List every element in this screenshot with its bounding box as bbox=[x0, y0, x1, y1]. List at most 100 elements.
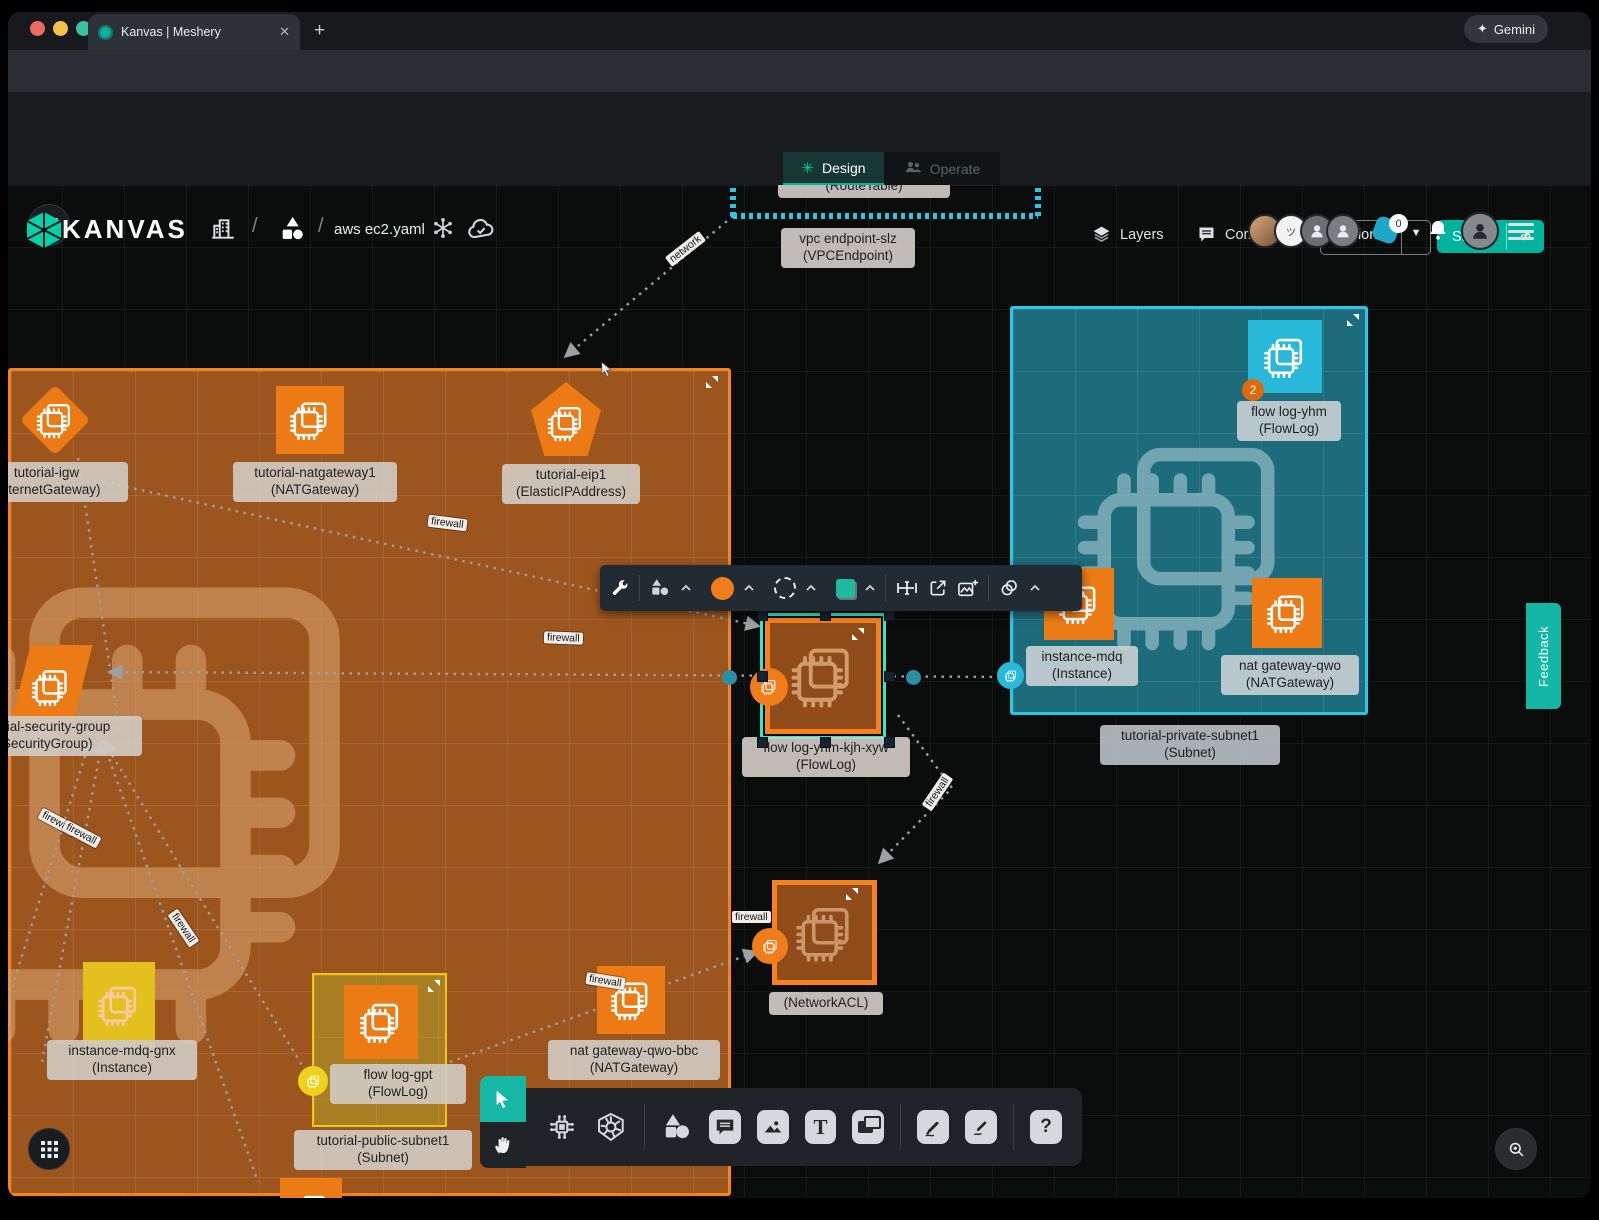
text-tool-icon[interactable]: T bbox=[805, 1110, 837, 1144]
browser-tab[interactable]: Kanvas | Meshery ✕ bbox=[88, 14, 300, 50]
selection-handle[interactable] bbox=[884, 737, 895, 748]
selection-handle[interactable] bbox=[884, 610, 895, 621]
cloud-status-icon[interactable] bbox=[466, 216, 496, 242]
shapes-tool-icon[interactable] bbox=[649, 577, 671, 599]
zoom-in-icon bbox=[1507, 1140, 1526, 1159]
flow-log-selected-collapse-icon[interactable] bbox=[852, 628, 864, 640]
workspace-shapes-icon[interactable] bbox=[276, 213, 308, 245]
node-instance-gnx[interactable] bbox=[83, 962, 155, 1048]
tab-close-icon[interactable]: ✕ bbox=[279, 24, 290, 40]
fill-expand-icon[interactable] bbox=[864, 584, 876, 592]
edge-pen-tool-icon[interactable] bbox=[917, 1110, 949, 1144]
node-flow-log-gpt[interactable] bbox=[344, 985, 418, 1059]
freehand-draw-tool-icon[interactable] bbox=[965, 1110, 997, 1144]
brand-wordmark: KANVAS bbox=[62, 214, 188, 245]
color-expand-icon[interactable] bbox=[743, 584, 755, 592]
selection-handle[interactable] bbox=[757, 671, 768, 682]
shapes-dock-icon[interactable] bbox=[661, 1110, 693, 1144]
components-tool-icon[interactable] bbox=[546, 1110, 578, 1144]
operate-icon bbox=[904, 160, 922, 177]
rename-tool-icon[interactable] bbox=[895, 578, 919, 598]
connection-dot-right[interactable] bbox=[906, 670, 921, 685]
label-igw: tutorial-igw(InternetGateway) bbox=[8, 462, 128, 502]
node-nat-gateway-qwo[interactable] bbox=[1252, 578, 1322, 648]
connection-dot-left[interactable] bbox=[722, 670, 737, 685]
flow-log-port[interactable] bbox=[750, 668, 788, 706]
label-eip1: tutorial-eip1(ElasticIPAddress) bbox=[502, 464, 640, 504]
organization-icon[interactable] bbox=[210, 214, 236, 244]
label-vpc-endpoint: vpc endpoint-slz(VPCEndpoint) bbox=[781, 228, 915, 268]
badge-count: 0 bbox=[1389, 214, 1408, 233]
group-lasso-icon[interactable] bbox=[998, 577, 1020, 599]
edge-label: firewall bbox=[544, 631, 583, 644]
collaborator-avatar-4[interactable] bbox=[1326, 214, 1360, 248]
kubernetes-tool-icon[interactable] bbox=[594, 1109, 628, 1145]
image-tool-icon[interactable] bbox=[757, 1110, 789, 1144]
selection-handle[interactable] bbox=[820, 737, 831, 748]
dock-toolbar: T ? bbox=[526, 1088, 1082, 1166]
tab-operate[interactable]: Operate bbox=[884, 152, 1000, 185]
label-instance-mdq: instance-mdq(Instance) bbox=[1026, 646, 1138, 686]
fill-style-tool[interactable] bbox=[836, 579, 855, 598]
vpc-collapse-icon[interactable] bbox=[706, 376, 718, 388]
selection-handle[interactable] bbox=[884, 671, 895, 682]
selection-handle[interactable] bbox=[757, 737, 768, 748]
gemini-button[interactable]: ✦ Gemini bbox=[1464, 15, 1548, 43]
pan-tool-button[interactable] bbox=[480, 1122, 526, 1168]
label-security-group: tutorial-security-group(SecurityGroup) bbox=[8, 716, 142, 756]
node-network-acl[interactable] bbox=[772, 880, 877, 985]
color-swatch[interactable] bbox=[711, 577, 734, 600]
select-tool-button[interactable] bbox=[480, 1076, 526, 1122]
shapes-expand-icon[interactable] bbox=[680, 584, 692, 592]
label-network-acl: (NetworkACL) bbox=[769, 992, 883, 1015]
session-badge[interactable]: 0 bbox=[1374, 216, 1404, 244]
grid-icon bbox=[41, 1141, 58, 1158]
network-acl-collapse-icon[interactable] bbox=[846, 888, 858, 900]
edge-label: firewall bbox=[732, 911, 771, 923]
open-in-new-icon[interactable] bbox=[928, 578, 948, 598]
mesh-sync-icon[interactable] bbox=[430, 215, 456, 241]
node-partial-bottom[interactable] bbox=[280, 1178, 342, 1198]
kanvas-logo[interactable] bbox=[26, 211, 62, 249]
subnet-collapse-icon[interactable] bbox=[1347, 314, 1359, 326]
flow-log-gpt-port[interactable] bbox=[298, 1066, 328, 1096]
add-image-icon[interactable] bbox=[957, 578, 979, 598]
new-tab-button[interactable]: + bbox=[314, 20, 325, 42]
apps-grid-button[interactable] bbox=[28, 1128, 70, 1170]
design-icon: ✳ bbox=[801, 159, 814, 177]
help-button[interactable]: ? bbox=[1030, 1110, 1062, 1144]
meshery-favicon bbox=[98, 25, 113, 40]
user-avatar[interactable] bbox=[1461, 212, 1499, 250]
breadcrumb-separator: / bbox=[252, 215, 258, 238]
selection-handle[interactable] bbox=[820, 610, 831, 621]
app-menu-icon[interactable] bbox=[1508, 219, 1534, 244]
zoom-search-button[interactable] bbox=[1495, 1128, 1537, 1170]
tab-design[interactable]: ✳ Design bbox=[783, 152, 884, 185]
feedback-button[interactable]: Feedback bbox=[1526, 603, 1561, 709]
design-filename[interactable]: aws ec2.yaml bbox=[334, 221, 425, 238]
configure-wrench-icon[interactable] bbox=[610, 578, 630, 598]
network-acl-port[interactable] bbox=[752, 928, 788, 964]
selection-handle[interactable] bbox=[757, 610, 768, 621]
close-window-button[interactable] bbox=[30, 21, 45, 36]
comment-tool-icon[interactable] bbox=[709, 1110, 741, 1144]
flow-log-gpt-collapse-icon[interactable] bbox=[428, 980, 440, 992]
label-private-subnet: tutorial-private-subnet1(Subnet) bbox=[1100, 725, 1280, 765]
node-nat-gateway-1[interactable] bbox=[276, 386, 344, 454]
label-natgw-qwo: nat gateway-qwo(NATGateway) bbox=[1221, 655, 1359, 695]
browser-window: Kanvas | Meshery ✕ + ✦ Gemini ← → ↻ kanv… bbox=[8, 12, 1591, 1198]
flow-log-yhm-badge: 2 bbox=[1242, 379, 1264, 401]
remote-cursor-icon bbox=[598, 360, 616, 378]
border-expand-icon[interactable] bbox=[805, 584, 817, 592]
layers-icon bbox=[1091, 224, 1112, 245]
border-style-tool[interactable] bbox=[774, 577, 796, 599]
cursor-icon bbox=[492, 1088, 514, 1110]
node-context-toolbar bbox=[600, 565, 1082, 611]
layers-button[interactable]: Layers bbox=[1091, 224, 1164, 245]
notifications-bell-icon[interactable] bbox=[1426, 218, 1450, 242]
note-tool-icon[interactable] bbox=[852, 1110, 884, 1144]
subnet-port[interactable] bbox=[997, 662, 1024, 689]
tab-title: Kanvas | Meshery bbox=[121, 25, 279, 39]
minimize-window-button[interactable] bbox=[53, 21, 68, 36]
lasso-expand-icon[interactable] bbox=[1029, 584, 1041, 592]
